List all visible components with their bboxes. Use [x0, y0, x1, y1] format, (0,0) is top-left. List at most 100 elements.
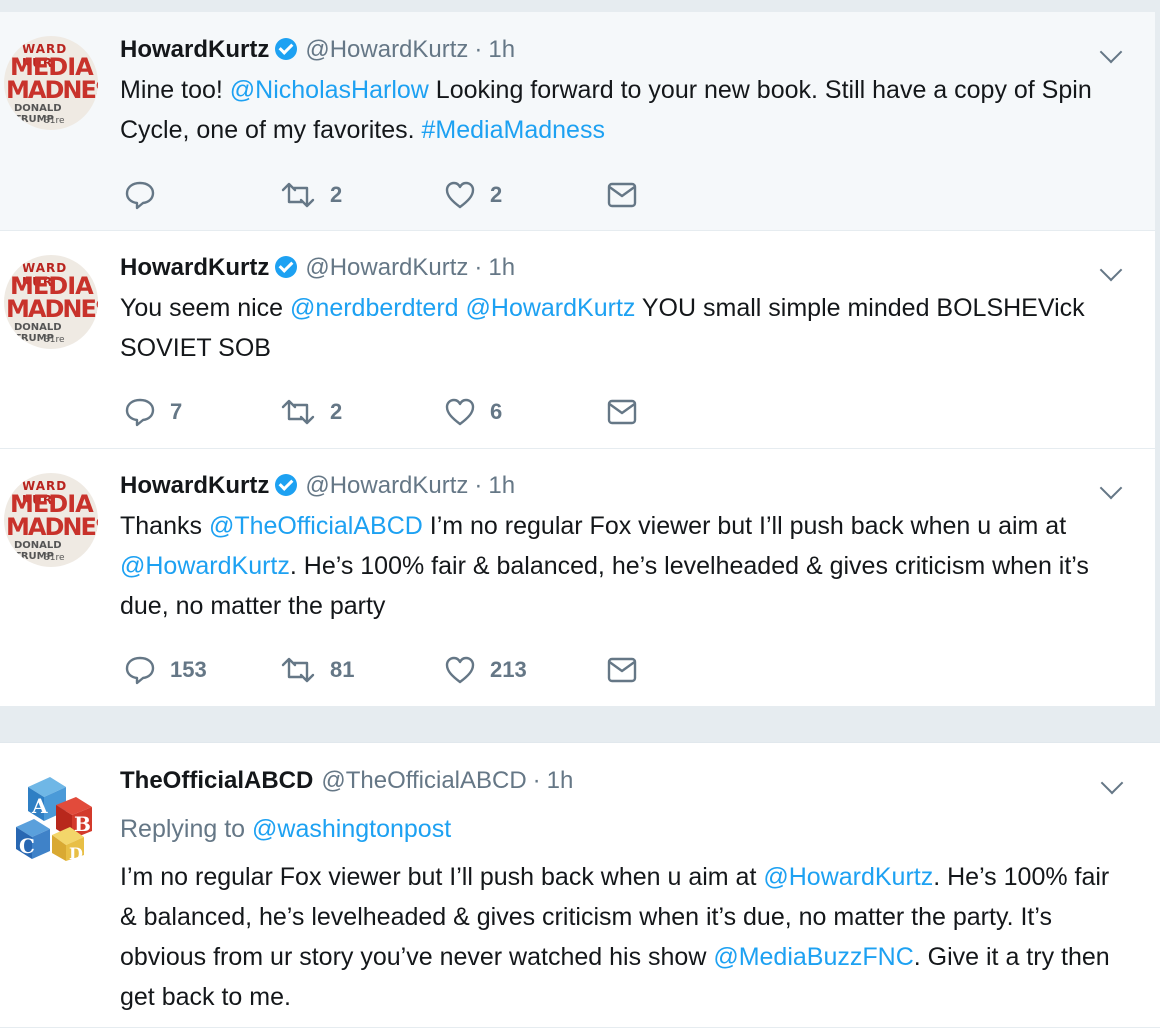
- tweet-actions: 7 2 6: [120, 395, 680, 429]
- mention-link[interactable]: @nerdberdterd: [290, 294, 459, 322]
- author-name[interactable]: HowardKurtz: [120, 36, 269, 63]
- tweet-time[interactable]: 1h: [547, 767, 574, 794]
- like-count: 6: [490, 399, 503, 424]
- tweet-header: HowardKurtz @HowardKurtz · 1h: [120, 253, 515, 283]
- retweet-icon: [281, 399, 315, 425]
- direct-message-button[interactable]: [606, 395, 638, 429]
- heart-icon: [445, 656, 475, 684]
- howardkurtz-avatar[interactable]: WARD KUR MEDIA MADNESS DONALD TRUMP 31re: [4, 255, 98, 349]
- svg-text:A: A: [31, 794, 48, 818]
- svg-text:D: D: [69, 844, 83, 861]
- tweet-2[interactable]: WARD KUR MEDIA MADNESS DONALD TRUMP 31re…: [0, 231, 1155, 449]
- chevron-down-icon[interactable]: [1099, 476, 1123, 500]
- chevron-down-icon[interactable]: [1100, 771, 1124, 795]
- direct-message-button[interactable]: [606, 653, 638, 687]
- verified-badge-icon: [275, 256, 298, 278]
- mention-link[interactable]: @HowardKurtz: [763, 863, 933, 891]
- tweet-text: Mine too! @NicholasHarlow Looking forwar…: [120, 70, 1130, 150]
- envelope-icon: [607, 399, 637, 425]
- avatar-book-text: MADNESS: [6, 76, 98, 104]
- tweet-text-segment: Mine too!: [120, 76, 230, 104]
- tweet-text-segment: I’m no regular Fox viewer but I’ll push …: [120, 863, 764, 891]
- tweet-feed: WARD KUR MEDIA MADNESS DONALD TRUMP 31re…: [0, 0, 1160, 1028]
- retweet-count: 81: [330, 657, 355, 682]
- tweet-actions: 153 81 213: [120, 653, 680, 687]
- like-button[interactable]: 213: [444, 653, 527, 687]
- author-name[interactable]: HowardKurtz: [120, 472, 269, 499]
- tweet-header: HowardKurtz @HowardKurtz · 1h: [120, 35, 515, 65]
- tweet-time[interactable]: 1h: [488, 254, 515, 281]
- svg-text:C: C: [19, 834, 35, 858]
- tweet-text: I’m no regular Fox viewer but I’ll push …: [120, 857, 1130, 1017]
- mention-link[interactable]: @HowardKurtz: [466, 294, 636, 322]
- reply-count: 153: [170, 657, 207, 682]
- envelope-icon: [607, 657, 637, 683]
- abc-blocks-icon: A B C D: [16, 777, 92, 863]
- verified-badge-icon: [275, 38, 298, 60]
- retweet-button[interactable]: 81: [280, 653, 354, 687]
- author-name[interactable]: HowardKurtz: [120, 254, 269, 281]
- separator-dot: ·: [532, 767, 541, 794]
- separator-dot: ·: [474, 36, 483, 63]
- tweet-text-segment: I’m no regular Fox viewer but I’ll push …: [422, 512, 1067, 540]
- theofficialabcd-avatar[interactable]: A B C D: [8, 769, 98, 863]
- reply-button[interactable]: [124, 178, 170, 212]
- avatar-book-text: MADNESS: [6, 513, 98, 541]
- tweet-time[interactable]: 1h: [488, 472, 515, 499]
- author-handle[interactable]: @HowardKurtz: [305, 254, 468, 281]
- separator-dot: ·: [474, 254, 483, 281]
- reply-button[interactable]: 7: [124, 395, 182, 429]
- retweet-count: 2: [330, 182, 343, 207]
- retweet-icon: [281, 182, 315, 208]
- tweet-time[interactable]: 1h: [488, 36, 515, 63]
- retweet-button[interactable]: 2: [280, 395, 342, 429]
- mention-link[interactable]: @MediaBuzzFNC: [713, 943, 913, 971]
- separator-dot: ·: [474, 472, 483, 499]
- tweet-4[interactable]: A B C D TheOfficialABCD @TheOfficialABCD ·…: [0, 742, 1160, 1028]
- tweet-text-segment: Thanks: [120, 512, 209, 540]
- tweet-1[interactable]: WARD KUR MEDIA MADNESS DONALD TRUMP 31re…: [0, 12, 1155, 231]
- replying-to-handle[interactable]: @washingtonpost: [252, 815, 451, 843]
- howardkurtz-avatar[interactable]: WARD KUR MEDIA MADNESS DONALD TRUMP 31re: [4, 473, 98, 567]
- reply-icon: [125, 398, 155, 427]
- replying-to-label: Replying to: [120, 815, 253, 843]
- chevron-down-icon[interactable]: [1099, 258, 1123, 282]
- reply-icon: [125, 181, 155, 210]
- author-name[interactable]: TheOfficialABCD: [120, 767, 313, 794]
- chevron-down-icon[interactable]: [1099, 40, 1123, 64]
- reply-icon: [125, 656, 155, 685]
- tweet-3[interactable]: WARD KUR MEDIA MADNESS DONALD TRUMP 31re…: [0, 449, 1155, 707]
- tweet-text-segment: [459, 294, 466, 322]
- mention-link[interactable]: @TheOfficialABCD: [209, 512, 423, 540]
- tweet-actions: 2 2: [120, 178, 680, 212]
- mention-link[interactable]: @HowardKurtz: [120, 552, 290, 580]
- like-button[interactable]: 6: [444, 395, 502, 429]
- retweet-icon: [281, 657, 315, 683]
- avatar-book-text: 31re: [44, 116, 65, 126]
- author-handle[interactable]: @HowardKurtz: [305, 472, 468, 499]
- tweet-text: You seem nice @nerdberdterd @HowardKurtz…: [120, 288, 1130, 368]
- tweet-text-segment: You seem nice: [120, 294, 291, 322]
- like-button[interactable]: 2: [444, 178, 502, 212]
- avatar-book-text: 31re: [44, 553, 65, 563]
- avatar-book-text: 31re: [44, 335, 65, 345]
- mention-link[interactable]: @NicholasHarlow: [230, 76, 429, 104]
- author-handle[interactable]: @HowardKurtz: [305, 36, 468, 63]
- tweet-header: HowardKurtz @HowardKurtz · 1h: [120, 471, 515, 501]
- direct-message-button[interactable]: [606, 178, 638, 212]
- replying-to: Replying to @washingtonpost: [120, 813, 451, 845]
- howardkurtz-avatar[interactable]: WARD KUR MEDIA MADNESS DONALD TRUMP 31re: [4, 36, 98, 130]
- retweet-count: 2: [330, 399, 343, 424]
- verified-badge-icon: [275, 474, 298, 496]
- envelope-icon: [607, 182, 637, 208]
- heart-icon: [445, 181, 475, 209]
- heart-icon: [445, 398, 475, 426]
- avatar-book-text: MADNESS: [6, 295, 98, 323]
- svg-text:B: B: [74, 812, 91, 836]
- retweet-button[interactable]: 2: [280, 178, 342, 212]
- reply-button[interactable]: 153: [124, 653, 207, 687]
- tweet-header: TheOfficialABCD @TheOfficialABCD · 1h: [120, 766, 573, 796]
- like-count: 213: [490, 657, 527, 682]
- author-handle[interactable]: @TheOfficialABCD: [321, 767, 526, 794]
- hashtag-link[interactable]: #MediaMadness: [422, 116, 605, 144]
